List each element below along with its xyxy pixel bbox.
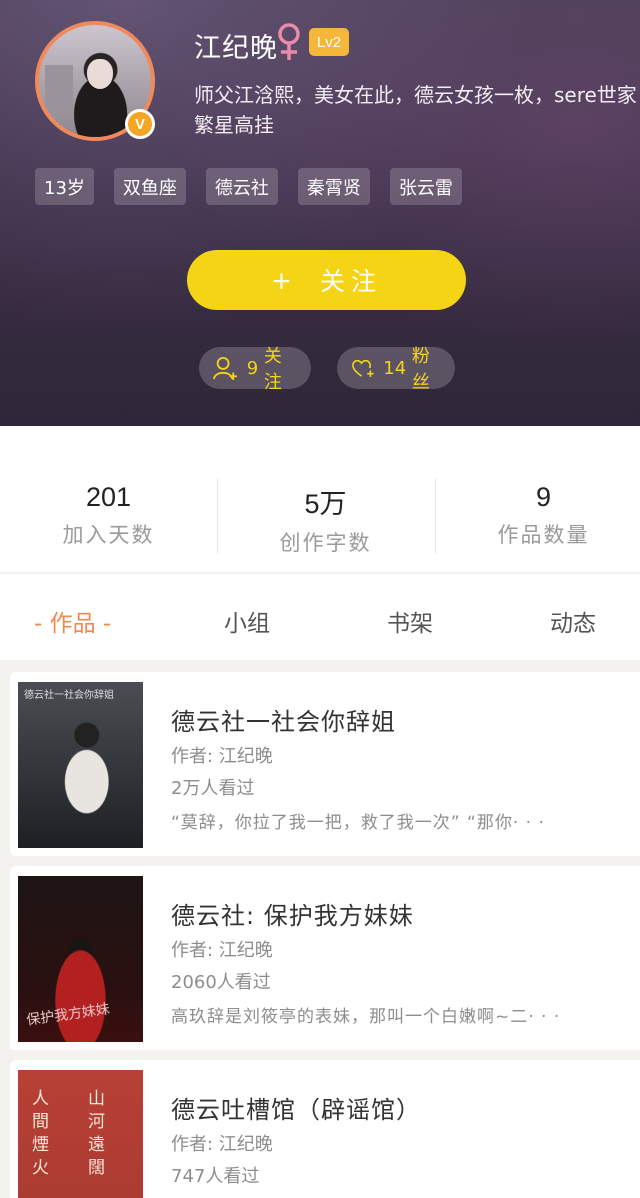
stat-word-count-label: 创作字数 bbox=[279, 531, 372, 555]
cover-title: 保护我方妹妹 bbox=[25, 1001, 111, 1029]
stat-divider bbox=[435, 478, 436, 554]
tab-works[interactable]: - 作品 - bbox=[34, 604, 111, 638]
female-icon bbox=[278, 23, 300, 60]
tag-zodiac[interactable]: 双鱼座 bbox=[113, 168, 186, 205]
works-list: 德云社一社会你辞姐 德云社一社会你辞姐 作者: 江纪晚 2万人看过 “莫辞，你拉… bbox=[0, 660, 640, 1198]
work-views: 2万人看过 bbox=[171, 778, 255, 799]
work-title[interactable]: 德云吐槽馆（辟谣馆） bbox=[171, 1090, 421, 1125]
stat-works-count-label: 作品数量 bbox=[497, 523, 590, 547]
tag-group[interactable]: 德云社 bbox=[205, 168, 278, 205]
stat-word-count: 5万 创作字数 bbox=[219, 482, 432, 557]
work-author: 作者: 江纪晚 bbox=[171, 1134, 273, 1155]
heart-plus-icon bbox=[352, 359, 374, 377]
stats-panel: 201 加入天数 5万 创作字数 9 作品数量 bbox=[0, 426, 640, 573]
stat-join-days-value: 201 bbox=[85, 482, 132, 512]
work-author: 作者: 江纪晚 bbox=[171, 940, 273, 961]
tag-idol-2[interactable]: 张云雷 bbox=[389, 168, 462, 205]
work-title[interactable]: 德云社: 保护我方妹妹 bbox=[171, 896, 414, 931]
bio-line-1: 师父江浛熙，美女在此，德云女孩一枚，sere世家 bbox=[194, 83, 637, 107]
work-excerpt: “莫辞，你拉了我一把，救了我一次” “那你· · · bbox=[171, 813, 545, 833]
plus-icon: + bbox=[271, 265, 298, 295]
avatar[interactable]: V bbox=[35, 21, 155, 141]
fans-count: 14 bbox=[383, 357, 407, 379]
tag-idol-1[interactable]: 秦霄贤 bbox=[297, 168, 370, 205]
work-author: 作者: 江纪晚 bbox=[171, 746, 273, 767]
add-user-icon bbox=[213, 356, 237, 380]
cover-title-right: 山河遠闊 bbox=[88, 1089, 105, 1178]
user-name: 江纪晚 bbox=[194, 33, 278, 64]
follow-button-label: 关注 bbox=[319, 267, 382, 296]
profile-header: V 江纪晚 Lv2 师父江浛熙，美女在此，德云女孩一枚，sere世家 繁星高挂 … bbox=[0, 0, 640, 426]
work-views: 2060人看过 bbox=[171, 972, 271, 993]
following-count-button[interactable]: 9 关注 bbox=[199, 346, 311, 393]
bio-line-2: 繁星高挂 bbox=[194, 113, 274, 137]
work-views: 747人看过 bbox=[171, 1166, 260, 1187]
work-cover[interactable]: 德云社一社会你辞姐 bbox=[18, 682, 143, 848]
work-card[interactable]: 人間煙火 山河遠闊 德云吐槽馆（辟谣馆） 作者: 江纪晚 747人看过 bbox=[10, 1060, 640, 1198]
tab-activity[interactable]: 动态 bbox=[550, 604, 596, 638]
stat-works-count: 9 作品数量 bbox=[437, 482, 640, 549]
stat-join-days-label: 加入天数 bbox=[62, 523, 155, 547]
work-card[interactable]: 保护我方妹妹 德云社: 保护我方妹妹 作者: 江纪晚 2060人看过 高玖辞是刘… bbox=[10, 866, 640, 1050]
work-card[interactable]: 德云社一社会你辞姐 德云社一社会你辞姐 作者: 江纪晚 2万人看过 “莫辞，你拉… bbox=[10, 672, 640, 856]
stat-divider bbox=[217, 478, 218, 554]
tab-bar: - 作品 - 小组 书架 动态 bbox=[0, 574, 640, 660]
following-label: 关注 bbox=[263, 346, 282, 393]
follow-button[interactable]: + 关注 bbox=[187, 250, 466, 310]
cover-title: 德云社一社会你辞姐 bbox=[24, 690, 114, 701]
tag-age[interactable]: 13岁 bbox=[35, 168, 94, 205]
tab-bookshelf[interactable]: 书架 bbox=[387, 604, 433, 638]
user-bio: 师父江浛熙，美女在此，德云女孩一枚，sere世家 繁星高挂 bbox=[194, 80, 640, 140]
work-cover[interactable]: 保护我方妹妹 bbox=[18, 876, 143, 1042]
level-badge: Lv2 bbox=[309, 28, 349, 56]
stat-works-count-value: 9 bbox=[535, 482, 552, 512]
tag-list: 13岁 双鱼座 德云社 秦霄贤 张云雷 bbox=[35, 168, 482, 205]
fans-label: 粉丝 bbox=[411, 346, 430, 393]
stat-word-count-value: 5万 bbox=[304, 489, 347, 519]
tab-groups[interactable]: 小组 bbox=[224, 604, 270, 638]
stat-join-days: 201 加入天数 bbox=[2, 482, 215, 549]
following-count: 9 bbox=[246, 357, 259, 379]
fans-count-button[interactable]: 14 粉丝 bbox=[337, 346, 455, 393]
cover-title-left: 人間煙火 bbox=[32, 1089, 49, 1178]
work-cover[interactable]: 人間煙火 山河遠闊 bbox=[18, 1070, 143, 1198]
work-title[interactable]: 德云社一社会你辞姐 bbox=[171, 702, 396, 737]
work-excerpt: 高玖辞是刘筱亭的表妹，那叫一个白嫩啊~二· · · bbox=[171, 1007, 561, 1027]
verified-badge: V bbox=[125, 109, 155, 139]
